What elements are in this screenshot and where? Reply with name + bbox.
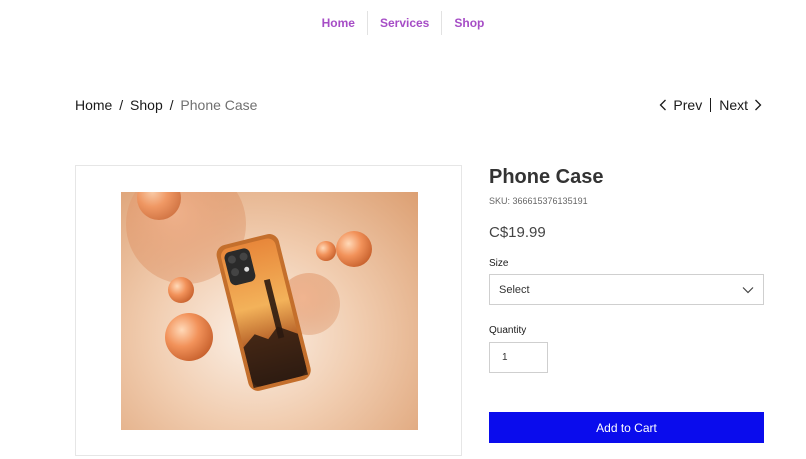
size-label: Size xyxy=(489,258,509,269)
product-title: Phone Case xyxy=(489,166,604,188)
phone-case-illustration xyxy=(126,192,372,391)
chevron-left-icon xyxy=(659,99,667,111)
next-link[interactable]: Next xyxy=(719,97,762,113)
nav-item-shop[interactable]: Shop xyxy=(441,11,496,35)
breadcrumb-home[interactable]: Home xyxy=(75,97,112,113)
product-image[interactable] xyxy=(121,192,418,430)
breadcrumb-separator: / xyxy=(119,97,124,113)
chevron-right-icon xyxy=(755,99,762,111)
pager-divider xyxy=(710,98,712,112)
prev-link[interactable]: Prev xyxy=(659,97,702,113)
quantity-input[interactable]: 1 xyxy=(489,342,548,373)
breadcrumb: Home / Shop / Phone Case xyxy=(75,97,257,113)
add-to-cart-button[interactable]: Add to Cart xyxy=(489,412,764,443)
nav-item-services[interactable]: Services xyxy=(366,11,441,35)
product-pager: Prev Next xyxy=(659,97,762,113)
product-sku: SKU: 366615376135191 xyxy=(489,196,588,206)
product-price: C$19.99 xyxy=(489,224,546,241)
product-image-frame xyxy=(75,165,462,456)
breadcrumb-current: Phone Case xyxy=(180,97,258,113)
breadcrumb-shop[interactable]: Shop xyxy=(130,97,163,113)
prev-label: Prev xyxy=(673,97,703,113)
size-select-value: Select xyxy=(499,283,530,296)
product-info: Phone Case SKU: 366615376135191 C$19.99 … xyxy=(489,166,764,373)
breadcrumb-separator: / xyxy=(169,97,174,113)
chevron-down-icon xyxy=(742,286,754,293)
quantity-label: Quantity xyxy=(489,325,527,336)
next-label: Next xyxy=(719,97,748,113)
size-select[interactable]: Select xyxy=(489,274,764,305)
nav-item-home[interactable]: Home xyxy=(310,11,367,35)
top-nav: Home Services Shop xyxy=(0,11,806,35)
